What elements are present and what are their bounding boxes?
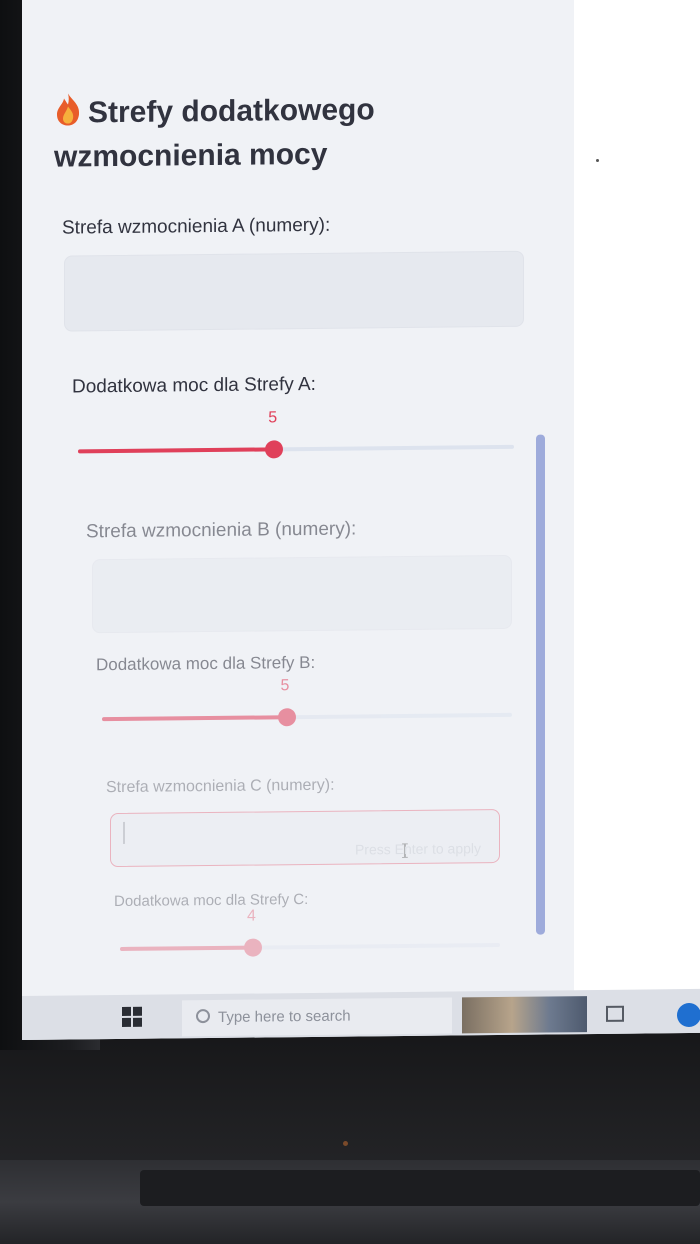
taskbar-search-box[interactable]: Type here to search: [182, 997, 452, 1037]
text-cursor: [123, 821, 125, 844]
flame-icon: [54, 92, 82, 126]
zone-a-input-label: Strefa wzmocnienia A (numery):: [62, 214, 331, 239]
slider-thumb[interactable]: [244, 938, 262, 957]
slider-value: 4: [247, 907, 256, 925]
slider-fill: [78, 447, 275, 454]
zone-b-slider[interactable]: 5: [102, 677, 512, 733]
slider-fill: [120, 945, 253, 951]
laptop-hinge: [140, 1170, 700, 1206]
zone-c-input-hint: Press Enter to apply: [354, 840, 481, 858]
zone-a-input[interactable]: [64, 250, 524, 332]
zone-c-input-label: Strefa wzmocnienia C (numery):: [106, 776, 335, 797]
taskbar-app-thumbnail[interactable]: [462, 996, 587, 1034]
task-view-icon[interactable]: [606, 1005, 624, 1022]
zone-b-slider-label: Dodatkowa moc dla Strefy B:: [96, 652, 316, 675]
windows-taskbar: Type here to search: [22, 988, 700, 1040]
zone-a-slider[interactable]: 5: [78, 409, 514, 466]
slider-thumb[interactable]: [277, 708, 296, 727]
main-content-dot: [596, 158, 599, 162]
slider-fill: [102, 715, 287, 722]
zone-a-slider-label: Dodatkowa moc dla Strefy A:: [72, 373, 316, 398]
taskbar-search-placeholder: Type here to search: [218, 1007, 351, 1026]
app-icon[interactable]: [677, 1002, 700, 1028]
zone-b-input[interactable]: [92, 554, 512, 634]
main-content-area: [574, 0, 700, 995]
slider-value: 5: [280, 677, 290, 695]
slider-thumb[interactable]: [265, 440, 284, 459]
zone-c-input[interactable]: I Press Enter to apply: [110, 808, 500, 868]
sidebar-scrollbar[interactable]: [536, 434, 545, 935]
sidebar: Strefy dodatkowego wzmocnienia mocy Stre…: [22, 0, 574, 1001]
screen: Strefy dodatkowego wzmocnienia mocy Stre…: [22, 0, 700, 1040]
power-led: [343, 1141, 348, 1146]
zone-c-slider-label: Dodatkowa moc dla Strefy C:: [114, 891, 309, 911]
sidebar-title: Strefy dodatkowego wzmocnienia mocy: [54, 93, 375, 174]
slider-value: 5: [268, 409, 278, 427]
zone-b-input-label: Strefa wzmocnienia B (numery):: [86, 518, 357, 543]
windows-icon[interactable]: [122, 1006, 142, 1027]
zone-c-slider[interactable]: 4: [120, 908, 500, 963]
sidebar-header: Strefy dodatkowego wzmocnienia mocy: [54, 87, 474, 179]
search-icon: [196, 1009, 210, 1024]
